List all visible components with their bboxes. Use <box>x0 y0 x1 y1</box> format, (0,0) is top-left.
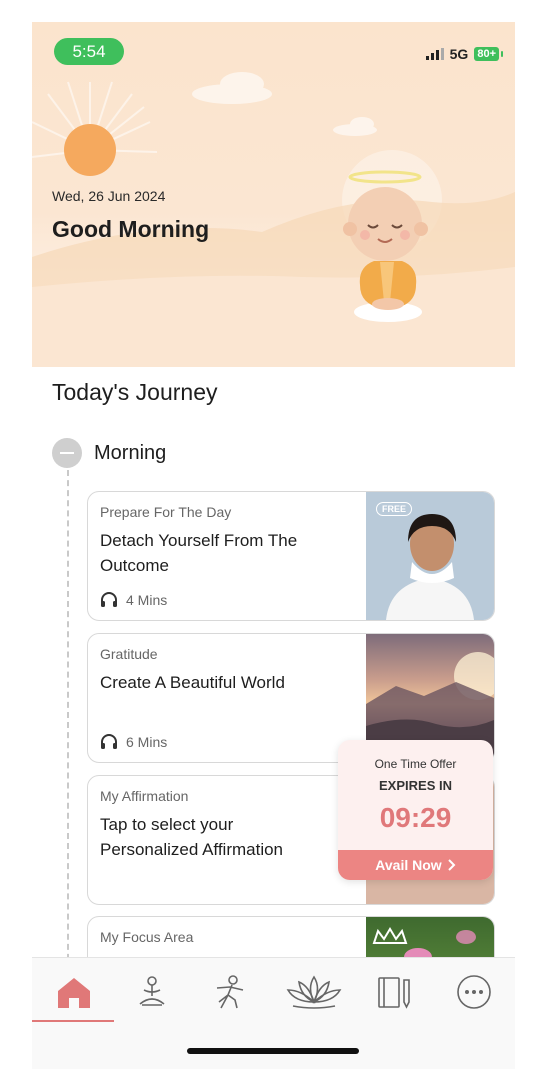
monk-mascot-icon <box>343 170 428 322</box>
tab-lotus[interactable] <box>284 972 344 1012</box>
teacher-photo: FREE <box>366 492 494 620</box>
network-label: 5G <box>449 46 469 62</box>
section-title: Today's Journey <box>52 379 218 405</box>
free-badge: FREE <box>376 502 413 516</box>
avail-now-label: Avail Now <box>375 857 442 873</box>
status-indicators: 5G 80+ <box>425 46 503 62</box>
battery-icon: 80+ <box>474 47 503 61</box>
app-screen: 5:54 5G 80+ Wed, 26 Jun 2024 Good Mornin… <box>32 22 515 1069</box>
tab-home[interactable] <box>52 972 96 1012</box>
offer-expires-label: EXPIRES IN <box>379 778 452 793</box>
card-category: My Focus Area <box>100 929 194 945</box>
card-title: Create A Beautiful World <box>100 673 285 692</box>
chevron-right-icon <box>447 859 456 871</box>
avail-now-button[interactable]: Avail Now <box>338 850 493 880</box>
card-title: Tap to select your Personalized Affirmat… <box>100 815 284 859</box>
greeting-title: Good Morning <box>52 216 210 242</box>
current-date: Wed, 26 Jun 2024 <box>52 188 166 204</box>
duration-label: 4 Mins <box>126 592 168 608</box>
card-category: Gratitude <box>100 646 158 662</box>
more-icon <box>457 975 491 1009</box>
journey-card-prepare[interactable]: Prepare For The Day Detach Yourself From… <box>87 491 495 621</box>
collapse-icon[interactable] <box>52 438 82 468</box>
meditation-icon <box>139 976 165 1006</box>
signal-icon <box>425 48 444 60</box>
card-category: My Affirmation <box>100 788 189 804</box>
tab-more[interactable] <box>452 972 496 1012</box>
lotus-icon <box>286 975 342 1009</box>
active-tab-indicator <box>32 1020 114 1022</box>
period-label: Morning <box>94 442 167 464</box>
timeline-line <box>67 470 69 970</box>
crown-icon <box>372 927 408 944</box>
card-category: Prepare For The Day <box>100 504 232 520</box>
yoga-icon <box>216 975 244 1009</box>
tab-journal[interactable] <box>372 972 416 1012</box>
card-duration: 6 Mins <box>100 734 167 750</box>
home-indicator[interactable] <box>187 1048 359 1054</box>
duration-label: 6 Mins <box>126 734 168 750</box>
card-duration: 4 Mins <box>100 592 167 608</box>
journal-icon <box>378 977 410 1009</box>
headphones-icon <box>101 734 117 749</box>
offer-title: One Time Offer <box>374 757 457 771</box>
card-title: Detach Yourself From The Outcome <box>100 531 298 575</box>
hero-header: 5:54 5G 80+ Wed, 26 Jun 2024 Good Mornin… <box>32 22 515 367</box>
home-icon <box>58 978 90 1008</box>
one-time-offer-popup[interactable]: One Time Offer EXPIRES IN 09:29 Avail No… <box>338 740 493 880</box>
tab-meditation[interactable] <box>130 972 174 1012</box>
tab-yoga[interactable] <box>208 972 252 1012</box>
offer-countdown: 09:29 <box>379 802 452 833</box>
headphones-icon <box>101 592 117 607</box>
status-time: 5:54 <box>54 38 124 65</box>
